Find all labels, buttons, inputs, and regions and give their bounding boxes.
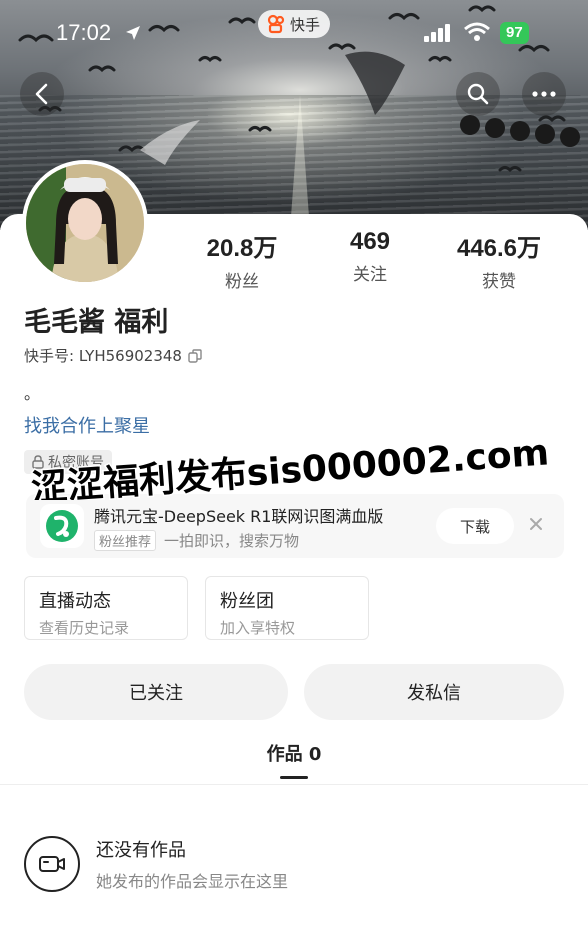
watermark-overlay: 涩涩福利发布sis000002.com (28, 431, 551, 500)
stat-label: 粉丝 (225, 272, 259, 292)
empty-state-title: 还没有作品 (96, 840, 186, 861)
app-name: 快手 (290, 15, 321, 34)
app-indicator[interactable]: 快手 (258, 10, 331, 38)
watermark-text: 涩涩福利发布sis000002.com (30, 432, 550, 500)
fan-club-card[interactable]: 粉丝团 加入享特权 (205, 576, 369, 640)
uid-text: 快手号: LYH56902348 (24, 347, 182, 365)
feature-title: 直播动态 (39, 591, 111, 612)
ad-subtitle: 一拍即识，搜索万物 (164, 532, 300, 550)
stat-following[interactable]: 469 关注 (305, 228, 435, 285)
feature-subtitle: 查看历史记录 (39, 619, 130, 637)
tab-indicator (280, 776, 308, 779)
avatar-image (26, 164, 144, 282)
stat-followers[interactable]: 20.8万 粉丝 (177, 228, 307, 292)
profile-nickname: 毛毛酱 福利 (24, 307, 169, 338)
send-message-button[interactable]: 发私信 (304, 664, 564, 720)
copy-icon[interactable] (188, 348, 202, 363)
close-icon[interactable] (526, 514, 546, 534)
stat-label: 获赞 (482, 272, 516, 292)
ad-card[interactable]: 腾讯元宝-DeepSeek R1联网识图满血版 粉丝推荐 一拍即识，搜索万物 下… (26, 494, 564, 558)
status-time: 17:02 (56, 20, 112, 45)
stat-likes[interactable]: 446.6万 获赞 (434, 228, 564, 292)
battery-indicator: 97 (500, 22, 529, 44)
signal-icon (424, 24, 450, 42)
ad-badge: 粉丝推荐 (94, 530, 157, 551)
video-camera-icon (39, 856, 65, 872)
empty-state-subtitle: 她发布的作品会显示在这里 (96, 872, 289, 891)
wifi-icon (464, 22, 490, 41)
stat-value: 446.6万 (456, 235, 542, 262)
yuanbao-logo-icon (40, 504, 84, 548)
avatar[interactable] (22, 160, 148, 286)
stat-value: 20.8万 (206, 235, 278, 262)
stat-label: 关注 (353, 265, 387, 285)
more-button[interactable] (522, 72, 566, 116)
following-button[interactable]: 已关注 (24, 664, 288, 720)
ad-download-button[interactable]: 下载 (436, 508, 514, 544)
stat-value: 469 (349, 228, 391, 255)
search-icon (467, 83, 489, 105)
divider (0, 784, 588, 785)
back-button[interactable] (20, 72, 64, 116)
empty-state-icon-wrap (24, 836, 80, 892)
status-bar: 17:02 快手 97 (0, 0, 588, 70)
uid-row[interactable]: 快手号: LYH56902348 (24, 345, 202, 366)
live-history-card[interactable]: 直播动态 查看历史记录 (24, 576, 188, 640)
location-arrow-icon (126, 26, 140, 40)
tab-works[interactable]: 作品 0 (0, 740, 588, 766)
feature-subtitle: 加入享特权 (220, 619, 296, 637)
feature-title: 粉丝团 (220, 591, 274, 612)
ad-title: 腾讯元宝-DeepSeek R1联网识图满血版 (94, 507, 384, 526)
profile-bio: 。 (24, 384, 41, 403)
more-icon (532, 91, 556, 97)
back-icon (35, 83, 48, 105)
search-button[interactable] (456, 72, 500, 116)
kuaishou-logo-icon (267, 14, 285, 34)
